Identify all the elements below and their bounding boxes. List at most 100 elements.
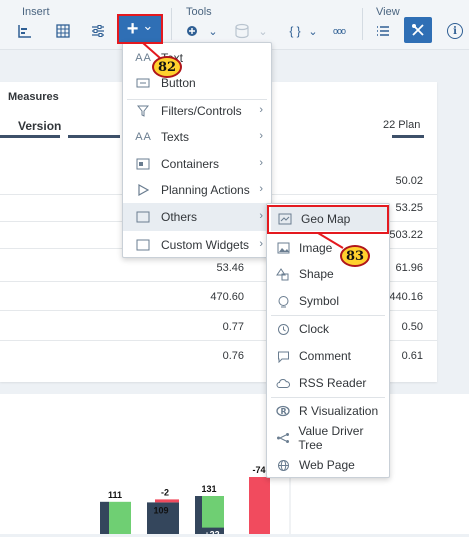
bar-segment xyxy=(100,501,109,534)
data-icon xyxy=(232,20,254,42)
menu-item-web-page[interactable]: Web Page xyxy=(267,452,387,478)
menu-item-text[interactable]: A A Text xyxy=(123,45,271,71)
callout-badge: 82 xyxy=(152,56,182,78)
chart-widget: 111 -2 109 131 +22 -74 xyxy=(0,394,469,537)
globe-icon xyxy=(275,457,291,473)
table-cell: 61.96 xyxy=(395,262,423,274)
table-cell: 0.50 xyxy=(401,321,423,333)
chevron-down-icon[interactable]: ⌄ xyxy=(202,20,224,42)
bar-inner-label: +22 xyxy=(204,530,219,534)
input-control-icon[interactable] xyxy=(87,20,109,42)
chart-icon[interactable] xyxy=(14,20,36,42)
menu-item-filters-controls[interactable]: Filters/Controls › xyxy=(123,98,271,124)
menu-item-label: Planning Actions xyxy=(161,183,250,197)
clock-icon xyxy=(275,321,291,337)
chevron-down-icon[interactable]: ⌄ xyxy=(302,20,324,42)
bar-value-label: -2 xyxy=(161,487,169,497)
bar-inner-label: 109 xyxy=(153,505,168,515)
designer-tools-icon[interactable] xyxy=(404,17,432,43)
menu-item-label: Containers xyxy=(161,157,220,171)
highlight-box xyxy=(267,205,389,234)
folder-icon xyxy=(135,237,151,253)
tools-group-label: Tools xyxy=(186,6,212,18)
bar-value-label: -74 xyxy=(252,465,265,475)
menu-item-r-visualization[interactable]: R R Visualization xyxy=(267,398,387,424)
comment-icon xyxy=(275,348,291,364)
menu-item-label: Comment xyxy=(299,349,352,363)
more-icon[interactable]: ooo xyxy=(328,20,350,42)
chevron-right-icon: › xyxy=(259,130,263,142)
menu-item-label: Button xyxy=(161,76,196,90)
menu-item-label: Value Driver Tree xyxy=(298,424,364,452)
table-cell: 50.02 xyxy=(395,175,423,187)
menu-item-texts[interactable]: A A Texts › xyxy=(123,124,271,150)
add-calculation-icon[interactable] xyxy=(182,20,204,42)
toolbar-separator xyxy=(171,8,172,40)
menu-item-label: Custom Widgets xyxy=(161,238,250,252)
others-submenu: Geo Map Image Shape Symbol Clock Comment… xyxy=(266,203,390,478)
menu-item-value-driver-tree[interactable]: Value Driver Tree xyxy=(267,424,387,452)
table-cell: 0.76 xyxy=(222,350,244,362)
bar-value-label: 111 xyxy=(108,490,122,500)
chevron-right-icon: › xyxy=(259,104,263,116)
chevron-right-icon: › xyxy=(259,238,263,250)
table-cell: 53.25 xyxy=(395,202,423,214)
svg-text:R: R xyxy=(281,407,287,416)
chevron-right-icon: › xyxy=(259,210,263,222)
text-icon: A A xyxy=(135,52,151,64)
chevron-right-icon: › xyxy=(259,157,263,169)
shape-icon xyxy=(275,266,291,282)
plan-header: 22 Plan xyxy=(383,119,421,131)
table-cell: 470.60 xyxy=(210,291,244,303)
bar-segment xyxy=(202,496,224,528)
menu-item-rss-reader[interactable]: RSS Reader xyxy=(267,370,387,396)
measures-header: Measures xyxy=(8,91,59,103)
table-cell: 0.77 xyxy=(222,321,244,333)
bar-value-label: 131 xyxy=(201,484,216,494)
chevron-down-icon: ⌄ xyxy=(258,25,268,38)
image-icon xyxy=(275,240,291,256)
header-underline xyxy=(392,135,424,138)
menu-item-clock[interactable]: Clock xyxy=(267,316,387,342)
insert-menu: A A Text Button Filters/Controls › A A T… xyxy=(122,42,272,258)
menu-item-label: R Visualization xyxy=(299,404,379,418)
table-cell: 0.61 xyxy=(401,350,423,362)
callout-badge: 83 xyxy=(340,245,370,267)
button-icon xyxy=(135,75,151,91)
tree-icon xyxy=(275,430,290,446)
filter-icon xyxy=(135,103,151,119)
bar-segment xyxy=(155,499,179,503)
menu-item-label: Texts xyxy=(161,130,190,144)
toolbar-separator xyxy=(362,8,363,40)
menu-item-label: Clock xyxy=(299,322,330,336)
play-icon xyxy=(135,182,151,198)
text-icon: A A xyxy=(135,131,151,143)
menu-item-button[interactable]: Button xyxy=(123,70,271,96)
table-icon[interactable] xyxy=(52,20,74,42)
table-cell: 440.16 xyxy=(389,291,423,303)
menu-item-label: Others xyxy=(161,210,198,224)
symbol-icon xyxy=(275,293,291,309)
menu-item-custom-widgets[interactable]: Custom Widgets › xyxy=(123,232,271,258)
menu-item-containers[interactable]: Containers › xyxy=(123,151,271,177)
menu-item-planning-actions[interactable]: Planning Actions › xyxy=(123,177,271,203)
insert-group-label: Insert xyxy=(22,6,50,18)
containers-icon xyxy=(135,156,151,172)
bar-segment xyxy=(249,477,270,534)
folder-icon xyxy=(135,209,151,225)
menu-item-label: Symbol xyxy=(299,294,340,308)
menu-item-label: Web Page xyxy=(299,458,355,472)
bar-segment xyxy=(109,501,131,534)
r-icon: R xyxy=(275,403,291,419)
info-icon[interactable]: i xyxy=(444,20,466,42)
menu-item-comment[interactable]: Comment xyxy=(267,343,387,369)
outline-icon[interactable] xyxy=(372,20,394,42)
menu-item-label: Image xyxy=(299,241,333,255)
menu-item-shape[interactable]: Shape xyxy=(267,261,387,287)
menu-item-symbol[interactable]: Symbol xyxy=(267,288,387,314)
menu-item-others[interactable]: Others › xyxy=(123,203,271,231)
menu-item-label: Filters/Controls xyxy=(161,104,242,118)
waterfall-chart: 111 -2 109 131 +22 -74 xyxy=(100,394,291,537)
table-cell: 53.46 xyxy=(216,262,244,274)
cloud-icon xyxy=(275,375,291,391)
